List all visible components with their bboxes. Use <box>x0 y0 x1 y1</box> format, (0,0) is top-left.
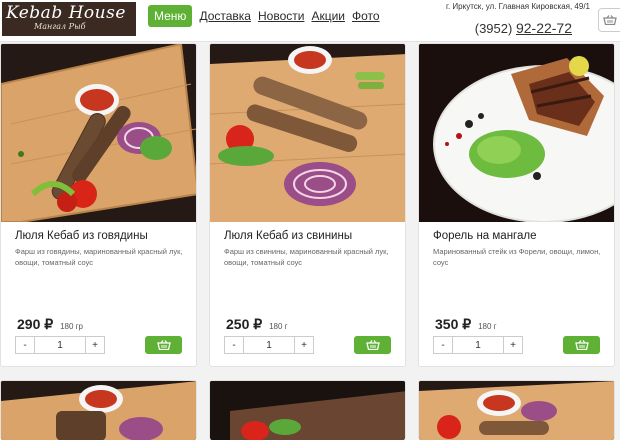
phone[interactable]: (3952) 92-22-72 <box>475 20 572 36</box>
logo-subtitle: Мангал Рыб <box>34 22 86 31</box>
price-value: 250 <box>226 316 250 332</box>
quantity-input[interactable]: 1 <box>453 336 503 354</box>
site-header: Kebab House Мангал Рыб Меню Доставка Нов… <box>0 0 620 42</box>
add-to-cart-button[interactable] <box>145 336 182 354</box>
product-card: Форель на мангале Маринованный стейк из … <box>418 43 615 367</box>
basket-icon <box>574 340 589 350</box>
cart-button[interactable] <box>598 8 620 32</box>
basket-icon <box>365 340 380 350</box>
product-description: Фарш из свинины, маринованный красный лу… <box>224 247 389 267</box>
decrease-button[interactable]: - <box>15 336 35 354</box>
phone-number[interactable]: 92-22-72 <box>516 20 572 36</box>
quantity-input[interactable]: 1 <box>35 336 85 354</box>
product-card <box>0 380 197 440</box>
product-description: Фарш из говядины, маринованный красный л… <box>15 247 183 267</box>
basket-icon <box>156 340 171 350</box>
product-photo[interactable] <box>1 381 196 440</box>
add-to-cart-button[interactable] <box>354 336 391 354</box>
decrease-button[interactable]: - <box>224 336 244 354</box>
quantity-input[interactable]: 1 <box>244 336 294 354</box>
currency-symbol: ₽ <box>44 316 54 332</box>
product-photo[interactable] <box>210 44 405 222</box>
product-photo[interactable] <box>419 44 614 222</box>
product-card: Люля Кебаб из свинины Фарш из свинины, м… <box>209 43 406 367</box>
logo[interactable]: Kebab House Мангал Рыб <box>2 2 136 36</box>
increase-button[interactable]: + <box>294 336 314 354</box>
product-card <box>209 380 406 440</box>
logo-title: Kebab House <box>6 3 126 23</box>
product-photo[interactable] <box>419 381 614 440</box>
add-to-cart-button[interactable] <box>563 336 600 354</box>
quantity-stepper: - 1 + <box>433 336 523 354</box>
product-name[interactable]: Люля Кебаб из говядины <box>15 230 148 242</box>
nav-item-delivery[interactable]: Доставка <box>199 5 251 27</box>
nav-item-news[interactable]: Новости <box>258 5 304 27</box>
price-value: 350 <box>435 316 459 332</box>
product-price: 350 ₽ 180 г <box>435 316 497 333</box>
product-photo[interactable] <box>210 381 405 440</box>
quantity-stepper: - 1 + <box>15 336 105 354</box>
product-weight: 180 г <box>478 322 497 331</box>
currency-symbol: ₽ <box>462 316 472 332</box>
product-card <box>418 380 615 440</box>
price-value: 290 <box>17 316 41 332</box>
decrease-button[interactable]: - <box>433 336 453 354</box>
product-price: 250 ₽ 180 г <box>226 316 288 333</box>
nav-item-photo[interactable]: Фото <box>352 5 380 27</box>
product-card: Люля Кебаб из говядины Фарш из говядины,… <box>0 43 197 367</box>
phone-code: (3952) <box>474 21 513 36</box>
increase-button[interactable]: + <box>503 336 523 354</box>
nav-item-promotions[interactable]: Акции <box>311 5 345 27</box>
product-price: 290 ₽ 180 гр <box>17 316 83 333</box>
main-nav: Меню Доставка Новости Акции Фото <box>148 5 387 27</box>
product-weight: 180 г <box>269 322 288 331</box>
nav-item-menu[interactable]: Меню <box>148 5 193 27</box>
address: г. Иркутск, ул. Главная Кировская, 49/1 <box>446 2 590 11</box>
product-name[interactable]: Люля Кебаб из свинины <box>224 230 352 242</box>
quantity-stepper: - 1 + <box>224 336 314 354</box>
product-weight: 180 гр <box>60 322 83 331</box>
increase-button[interactable]: + <box>85 336 105 354</box>
product-name[interactable]: Форель на мангале <box>433 230 536 242</box>
product-description: Маринованный стейк из Форели, овощи, лим… <box>433 247 601 267</box>
product-photo[interactable] <box>1 44 196 222</box>
basket-icon <box>603 15 617 25</box>
currency-symbol: ₽ <box>253 316 263 332</box>
